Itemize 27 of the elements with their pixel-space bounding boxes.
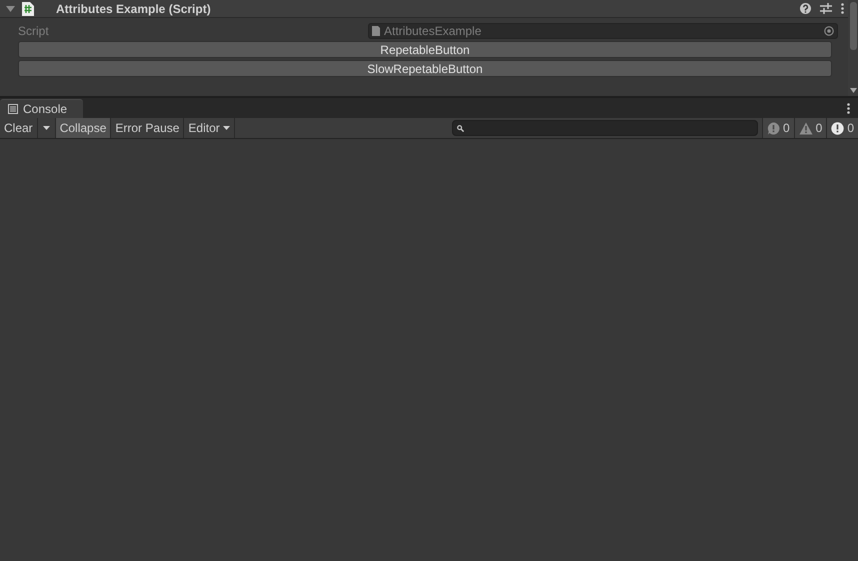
warning-count-toggle[interactable]: 0 [794,118,826,138]
object-picker-icon[interactable] [824,26,834,36]
caret-icon [222,126,230,130]
scrollbar[interactable] [848,0,858,96]
object-field[interactable]: AttributesExample [368,22,838,38]
component-title: Attributes Example (Script) [56,2,211,16]
speech-bubble-icon [766,122,780,134]
console-tab[interactable]: Console [0,99,84,118]
scroll-down-arrow-icon[interactable] [850,88,856,93]
more-options-icon[interactable] [847,102,850,114]
warning-icon [798,122,813,134]
script-file-icon [372,26,380,36]
search-field[interactable] [452,120,758,136]
search-icon [456,124,464,132]
script-file-icon [22,2,34,16]
help-icon[interactable] [800,3,811,14]
error-count-toggle[interactable]: 0 [826,118,858,138]
field-label: Script [18,24,50,38]
inspector-button[interactable]: SlowRepetableButton [18,60,832,77]
foldout-arrow-icon[interactable] [6,4,15,13]
list-icon [8,104,18,114]
error-icon [831,122,844,134]
toolbar-button[interactable]: Collapse [56,118,112,138]
more-options-icon[interactable] [841,3,844,14]
sliders-icon[interactable] [820,3,832,14]
inspector-button[interactable]: RepetableButton [18,41,832,58]
info-count-toggle[interactable]: 0 [762,118,794,138]
